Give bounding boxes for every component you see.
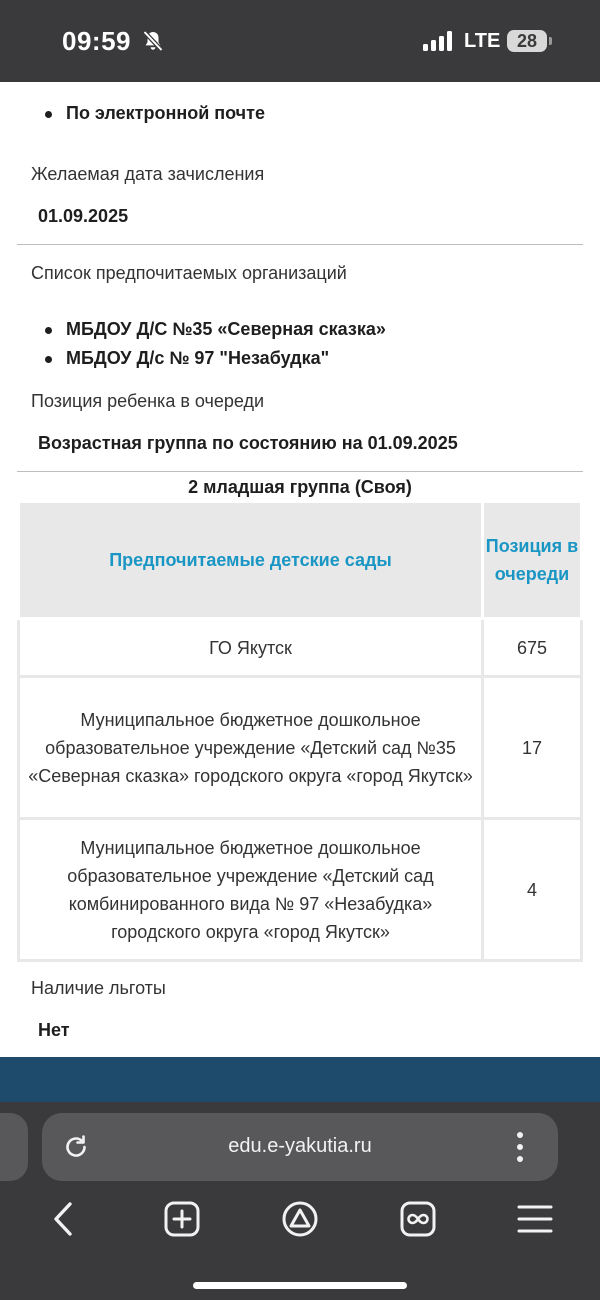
status-bar: 09:59 LTE 28 [0, 0, 600, 82]
table-header-row: Предпочитаемые детские сады Позиция в оч… [17, 500, 583, 620]
divider [17, 244, 583, 245]
application-details: По электронной почте Желаемая дата зачис… [0, 82, 600, 1057]
column-header-position: Позиция в очереди [481, 500, 583, 620]
preferred-org-item: МБДОУ Д/С №35 «Северная сказка» [45, 319, 386, 339]
enrollment-date-label: Желаемая дата зачисления [31, 164, 265, 184]
kindergarten-name: Муниципальное бюджетное дошкольное образ… [17, 817, 484, 962]
tabs-icon[interactable] [398, 1199, 438, 1239]
kindergarten-name: ГО Якутск [17, 617, 484, 678]
new-tab-icon[interactable] [162, 1199, 202, 1239]
divider [17, 471, 583, 472]
delivery-method-item: По электронной почте [45, 103, 265, 123]
enrollment-date-value: 01.09.2025 [38, 206, 129, 226]
more-options-icon[interactable] [516, 1131, 524, 1163]
bell-muted-icon [142, 30, 164, 52]
alice-icon[interactable] [280, 1199, 320, 1239]
age-group-caption: 2 младшая группа (Своя) [188, 477, 412, 497]
benefit-label: Наличие льготы [31, 978, 166, 998]
battery-icon: 28 [507, 30, 547, 52]
queue-position-label: Позиция ребенка в очереди [31, 391, 265, 411]
url-text[interactable]: edu.e-yakutia.ru [42, 1135, 558, 1158]
address-bar[interactable]: edu.e-yakutia.ru [42, 1113, 558, 1181]
queue-position: 4 [481, 817, 583, 962]
benefit-value: Нет [38, 1020, 70, 1040]
queue-table: Предпочитаемые детские сады Позиция в оч… [17, 500, 583, 962]
battery-tip [549, 37, 552, 45]
previous-tab-preview[interactable] [0, 1113, 28, 1181]
site-footer [0, 1057, 600, 1102]
table-row: ГО Якутск 675 [17, 617, 583, 678]
table-row: Муниципальное бюджетное дошкольное образ… [17, 817, 583, 962]
column-header-kindergarten: Предпочитаемые детские сады [17, 500, 484, 620]
preferred-org-item: МБДОУ Д/с № 97 "Незабудка" [44, 348, 330, 368]
queue-position: 675 [481, 617, 583, 678]
back-icon[interactable] [44, 1199, 84, 1239]
age-group-label: Возрастная группа по состоянию на 01.09.… [38, 433, 458, 453]
menu-icon[interactable] [515, 1199, 555, 1239]
signal-icon [423, 31, 452, 51]
browser-toolbar: edu.e-yakutia.ru [0, 1102, 600, 1300]
table-row: Муниципальное бюджетное дошкольное образ… [17, 675, 583, 820]
status-time: 09:59 [62, 26, 131, 56]
preferred-orgs-label: Список предпочитаемых организаций [31, 263, 347, 283]
queue-position: 17 [481, 675, 583, 820]
network-type: LTE [464, 30, 501, 52]
home-indicator[interactable] [193, 1282, 407, 1289]
kindergarten-name: Муниципальное бюджетное дошкольное образ… [17, 675, 484, 820]
